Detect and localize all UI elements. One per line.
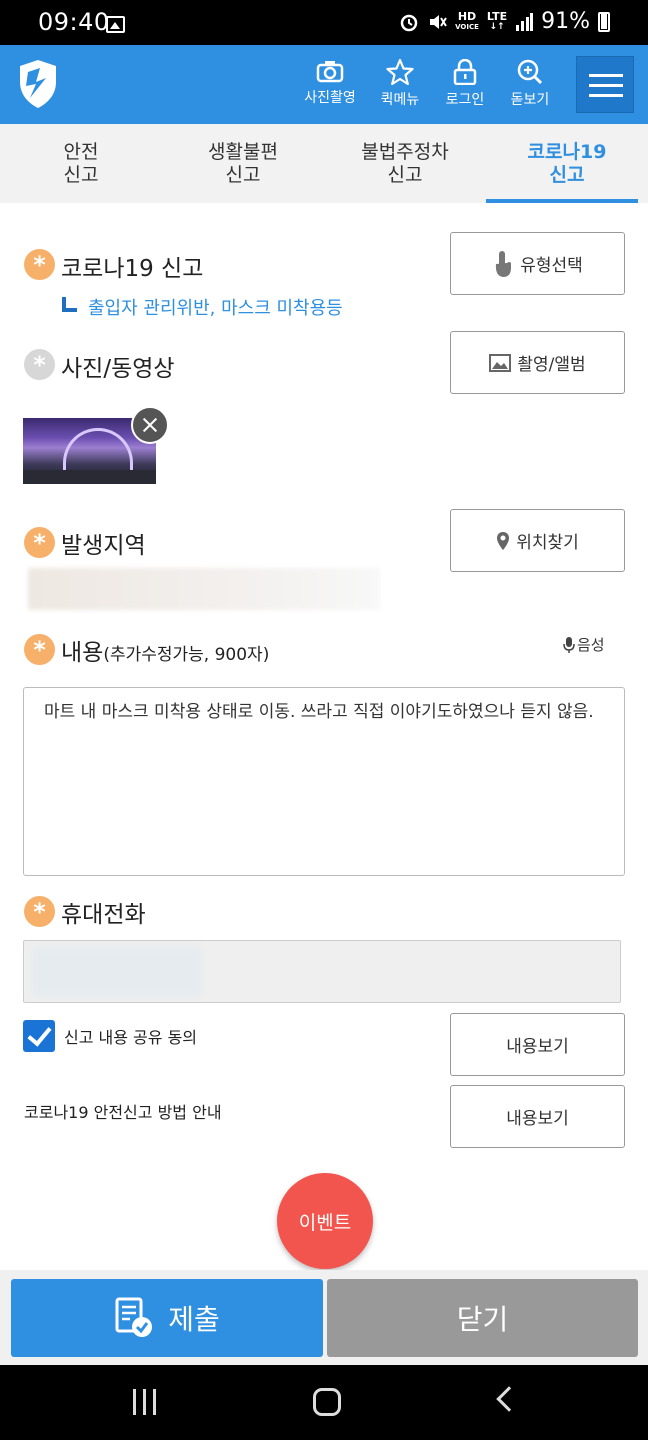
quick-menu-label: 퀵메뉴	[380, 92, 420, 108]
magnifier-label: 돋보기	[510, 92, 550, 108]
close-button[interactable]: 닫기	[327, 1279, 638, 1357]
location-pin-icon	[497, 531, 510, 550]
mute-icon	[430, 14, 447, 29]
media-label: 사진/동영상	[61, 356, 175, 382]
system-navigation-bar	[0, 1365, 648, 1440]
event-floating-button[interactable]: 이벤트	[277, 1173, 373, 1269]
guide-label: 코로나19 안전신고 방법 안내	[24, 1103, 222, 1122]
image-icon	[489, 353, 512, 372]
login-label: 로그인	[445, 92, 485, 108]
tab-illegal-parking[interactable]: 불법주정차 신고	[324, 124, 486, 203]
alarm-icon	[400, 14, 418, 31]
app-header: 사진촬영 퀵메뉴 로그인 돋보기	[0, 45, 648, 124]
voice-input-button[interactable]: 음성	[563, 634, 605, 655]
quick-menu-button[interactable]: 퀵메뉴	[368, 59, 432, 109]
find-location-label: 위치찾기	[516, 533, 579, 553]
sub-item-corner-icon	[62, 297, 77, 312]
content-label: 내용(추가수정가능, 900자)	[61, 640, 270, 666]
status-bar: 09:40 HD VOICE LTE ↓↑ 91%	[0, 0, 648, 45]
microphone-icon	[563, 636, 575, 653]
magnifier-button[interactable]: 돋보기	[498, 59, 562, 109]
location-label: 발생지역	[61, 533, 146, 559]
document-check-icon	[115, 1297, 153, 1337]
status-icons: HD VOICE LTE ↓↑ 91%	[399, 9, 610, 34]
hd-voice-indicator: HD VOICE	[455, 9, 479, 31]
lte-indicator: LTE ↓↑	[486, 9, 508, 32]
required-asterisk-icon: *	[24, 634, 55, 665]
star-icon	[386, 59, 414, 85]
phone-label: 휴대전화	[61, 902, 146, 928]
required-asterisk-icon: *	[24, 249, 55, 280]
back-icon[interactable]	[496, 1386, 522, 1412]
consent-label: 신고 내용 공유 동의	[64, 1028, 198, 1047]
required-asterisk-icon: *	[24, 527, 55, 558]
camera-album-label: 촬영/앨범	[517, 355, 586, 375]
login-button[interactable]: 로그인	[433, 59, 497, 109]
select-type-label: 유형선택	[520, 256, 583, 276]
consent-checkbox[interactable]	[23, 1020, 55, 1052]
home-icon[interactable]	[313, 1388, 341, 1416]
battery-icon	[598, 11, 610, 32]
tab-covid19[interactable]: 코로나19 신고	[486, 124, 648, 203]
report-type-label: 코로나19 신고	[61, 256, 204, 282]
phone-number-field[interactable]	[23, 940, 621, 1003]
gallery-notification-icon	[106, 16, 125, 33]
status-time: 09:40	[38, 8, 110, 36]
recent-apps-icon[interactable]	[133, 1389, 159, 1415]
view-consent-button[interactable]: 내용보기	[450, 1013, 625, 1076]
view-guide-button[interactable]: 내용보기	[450, 1085, 625, 1148]
touch-finger-icon	[496, 250, 512, 277]
content-textarea[interactable]: 마트 내 마스크 미착용 상태로 이동. 쓰라고 직접 이야기도하였으나 듣지 …	[23, 687, 625, 876]
hamburger-menu-icon[interactable]	[576, 56, 634, 113]
tab-safety-report[interactable]: 안전 신고	[0, 124, 162, 203]
zoom-in-icon	[517, 59, 543, 85]
battery-percent: 91%	[541, 9, 590, 34]
lock-icon	[453, 59, 477, 85]
location-address-redacted	[28, 568, 380, 610]
required-asterisk-icon: *	[24, 896, 55, 927]
signal-icon	[516, 12, 534, 31]
content-hint: (추가수정가능, 900자)	[103, 645, 270, 665]
camera-icon	[316, 61, 344, 83]
camera-album-button[interactable]: 촬영/앨범	[450, 331, 625, 394]
phone-number-redacted	[32, 947, 202, 997]
tab-living-inconvenience[interactable]: 생활불편 신고	[162, 124, 324, 203]
camera-button-label: 사진촬영	[304, 90, 356, 106]
report-type-description: 출입자 관리위반, 마스크 미착용등	[88, 298, 343, 319]
safety-shield-logo[interactable]	[16, 58, 60, 110]
report-type-tabs: 안전 신고 생활불편 신고 불법주정차 신고 코로나19 신고	[0, 124, 648, 203]
camera-button[interactable]: 사진촬영	[298, 59, 362, 107]
find-location-button[interactable]: 위치찾기	[450, 509, 625, 572]
select-type-button[interactable]: 유형선택	[450, 232, 625, 295]
remove-photo-close-icon[interactable]	[131, 406, 169, 444]
submit-label: 제출	[168, 1303, 220, 1336]
optional-asterisk-icon: *	[24, 349, 55, 380]
submit-button[interactable]: 제출	[11, 1279, 323, 1357]
voice-input-label: 음성	[577, 636, 605, 654]
